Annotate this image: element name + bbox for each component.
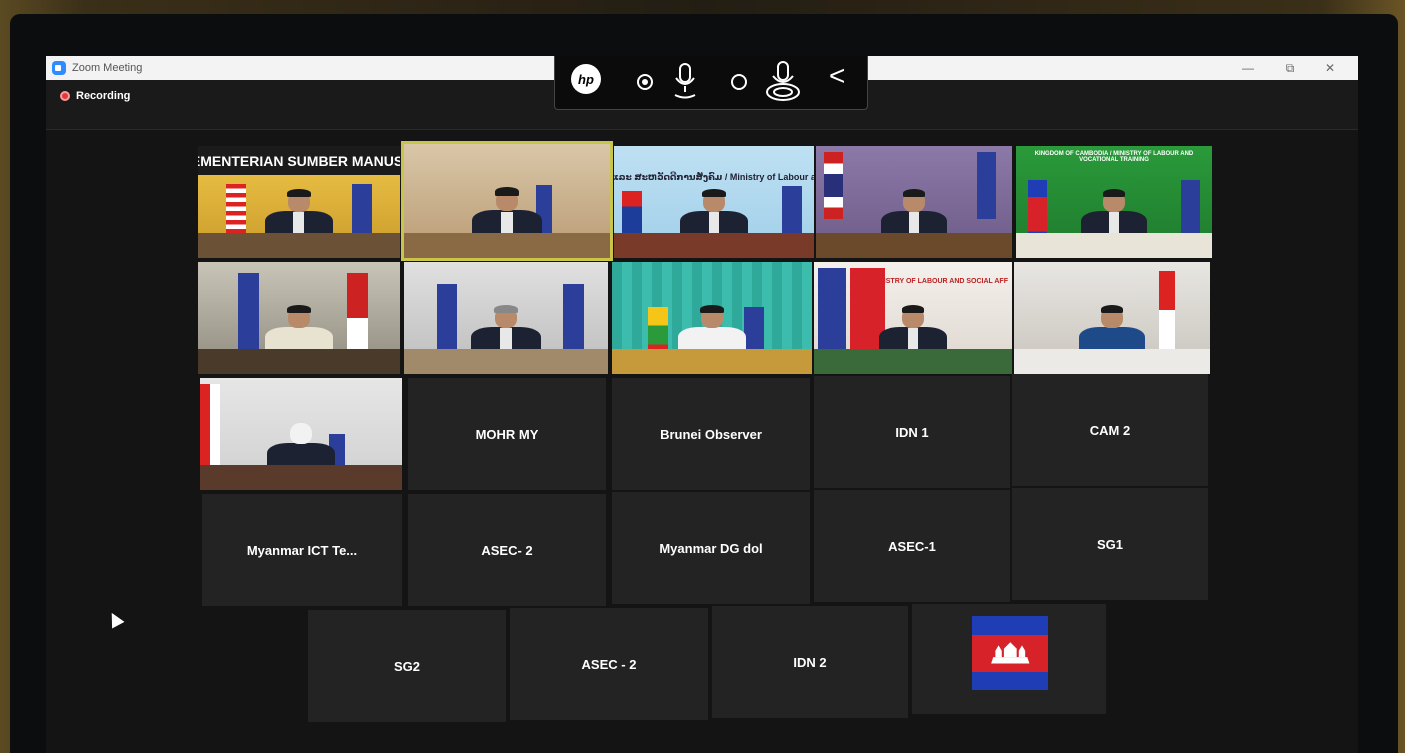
participant-name: SG2 [393, 658, 420, 674]
hp-camera-overlay: hp < [554, 56, 868, 110]
window-title: Zoom Meeting [72, 62, 143, 74]
camera-off-icon[interactable] [731, 74, 747, 90]
microphone-icon[interactable] [671, 62, 699, 102]
chevron-left-icon[interactable]: < [829, 60, 845, 92]
video-tile-brunei[interactable] [401, 141, 613, 261]
cursor-icon [105, 609, 125, 629]
video-tile-asec[interactable] [200, 378, 402, 490]
video-tile-philippines[interactable] [198, 262, 400, 374]
video-tile-thailand[interactable] [816, 146, 1012, 258]
participant-name: CAM 2 [1089, 422, 1131, 438]
singapore-flag-icon [1159, 270, 1175, 350]
participant-tile[interactable]: ASEC - 2 [510, 608, 708, 720]
desk [404, 232, 610, 258]
participant-tile[interactable]: MOHR MY [408, 378, 606, 490]
recording-indicator[interactable]: Recording [60, 90, 130, 102]
participant-tile[interactable]: CAM 2 [1012, 374, 1208, 486]
participant-name: Brunei Observer [660, 426, 762, 442]
participant-name: IDN 1 [895, 424, 929, 440]
video-banner: KINGDOM OF CAMBODIA / MINISTRY OF LABOUR… [1034, 151, 1194, 164]
recording-label: Recording [76, 90, 131, 102]
record-dot-icon [60, 91, 70, 101]
malaysia-flag-icon [226, 184, 247, 241]
video-banner: KEMENTERIAN SUMBER MANUSIA [198, 146, 400, 176]
zoom-logo-icon [52, 61, 66, 75]
participant-tile[interactable]: Myanmar DG dol [612, 492, 810, 604]
participant-name: MOHR MY [475, 426, 539, 442]
thailand-flag-icon [823, 151, 844, 219]
participant-name: ASEC - 2 [581, 656, 637, 672]
desk [404, 349, 608, 374]
desk [1014, 349, 1210, 374]
asean-flag-icon [351, 184, 372, 241]
participant-tile[interactable]: IDN 2 [712, 606, 908, 718]
asean-flag-icon [976, 151, 997, 219]
desk [816, 233, 1012, 258]
participant-name: ASEC- 2 [481, 542, 533, 558]
participant-tile[interactable]: SG2 [308, 610, 506, 722]
desk [612, 349, 812, 374]
participant-tile[interactable]: ASEC-1 [814, 490, 1010, 602]
participant-name: IDN 2 [793, 654, 827, 670]
restore-button[interactable]: ⧉ [1270, 56, 1310, 80]
desk [198, 233, 400, 258]
participant-tile[interactable]: IDN 1 [814, 376, 1010, 488]
participant-tile[interactable]: Myanmar ICT Te... [202, 494, 402, 606]
participant-tile[interactable]: Brunei Observer [612, 378, 810, 490]
close-button[interactable]: ✕ [1310, 56, 1350, 80]
desk [200, 465, 402, 490]
participant-tile-flag[interactable] [912, 604, 1106, 714]
hp-logo-icon: hp [571, 64, 601, 94]
video-tile-singapore[interactable] [1014, 262, 1210, 374]
video-tile-malaysia[interactable]: KEMENTERIAN SUMBER MANUSIA [198, 146, 400, 258]
video-tile-vietnam[interactable]: MINISTRY OF LABOUR AND SOCIAL AFF [814, 262, 1012, 374]
video-banner: ກະຊວງ ແຮງງານ ແລະ ສະຫວັດດີການສັງຄົມ / Min… [614, 171, 814, 182]
video-tile-laos[interactable]: ກະຊວງ ແຮງງານ ແລະ ສະຫວັດດີການສັງຄົມ / Min… [614, 146, 814, 258]
participant-name: Myanmar DG dol [659, 540, 763, 556]
participant-name: SG1 [1096, 536, 1123, 552]
desk [614, 233, 814, 258]
desk [814, 349, 1012, 374]
participant-tile[interactable]: SG1 [1012, 488, 1208, 600]
participant-name: ASEC-1 [888, 538, 936, 554]
desk [198, 349, 400, 374]
video-tile-indonesia[interactable] [404, 262, 608, 374]
desk [1016, 233, 1212, 258]
participant-tile[interactable]: ASEC- 2 [408, 494, 606, 606]
minimize-button[interactable]: — [1228, 56, 1268, 80]
video-tile-myanmar[interactable] [612, 262, 812, 374]
camera-toggle-icon[interactable] [637, 74, 653, 90]
mic-broadcast-icon[interactable] [765, 60, 801, 104]
video-tile-cambodia[interactable]: KINGDOM OF CAMBODIA / MINISTRY OF LABOUR… [1016, 146, 1212, 258]
asean-flag-icon [817, 267, 846, 358]
zoom-window: Zoom Meeting — ⧉ ✕ Recording KEMENTERIAN… [46, 56, 1358, 753]
participant-name: Myanmar ICT Te... [246, 542, 358, 558]
cambodia-flag-icon [972, 616, 1048, 690]
